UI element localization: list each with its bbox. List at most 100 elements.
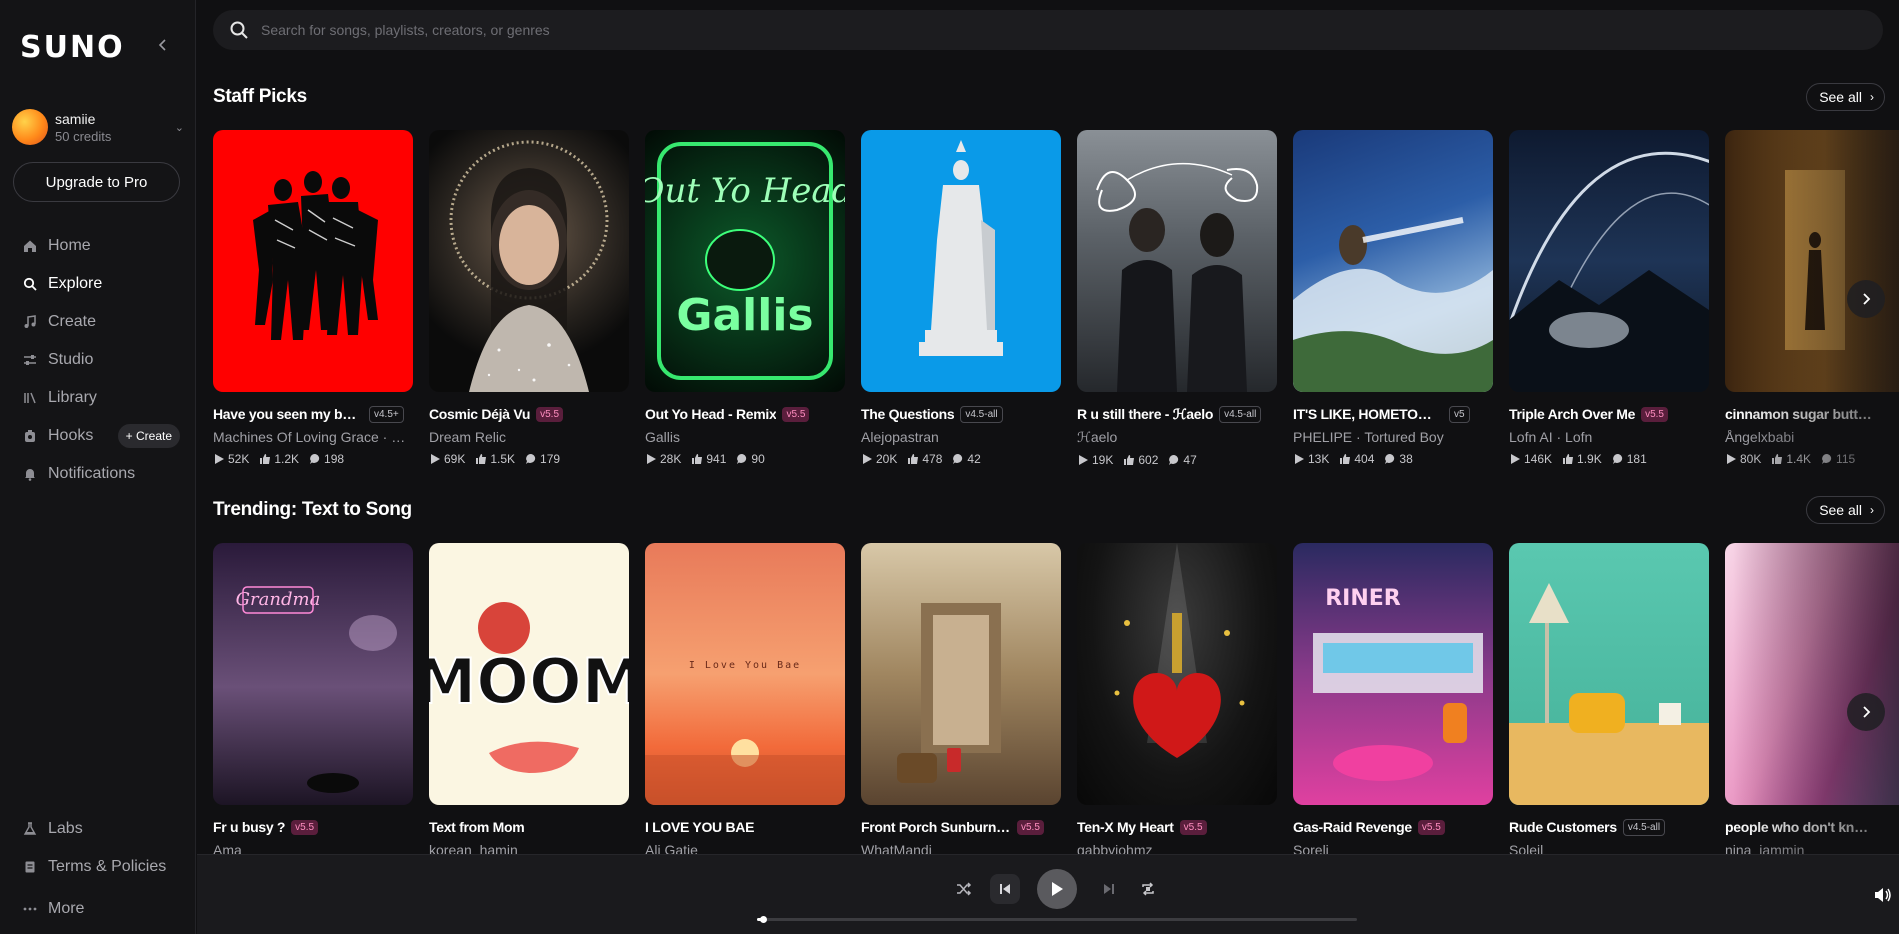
song-title[interactable]: people who don't know ho... xyxy=(1725,819,1875,835)
song-title[interactable]: I LOVE YOU BAE xyxy=(645,819,754,835)
like-count: 1.5K xyxy=(490,452,516,466)
nav-item-home[interactable]: Home xyxy=(0,227,196,265)
search-input[interactable] xyxy=(261,22,1061,38)
play-count-icon xyxy=(861,453,873,465)
upgrade-button[interactable]: Upgrade to Pro xyxy=(13,162,180,202)
song-cover[interactable] xyxy=(861,543,1061,805)
song-title[interactable]: IT'S LIKE, HOMETOWN... xyxy=(1293,406,1443,422)
previous-button[interactable] xyxy=(990,874,1020,904)
cover-art-diner: RINER xyxy=(1313,586,1483,781)
song-cover[interactable] xyxy=(1725,543,1899,805)
song-cover[interactable] xyxy=(1509,130,1709,392)
song-title[interactable]: Fr u busy ? xyxy=(213,819,285,835)
song-cover[interactable] xyxy=(1293,130,1493,392)
collapse-sidebar-button[interactable] xyxy=(152,34,174,56)
song-artist[interactable]: nina_jammin xyxy=(1725,842,1899,854)
nav-item-create[interactable]: Create xyxy=(0,303,196,341)
trending-next-button[interactable] xyxy=(1847,693,1885,731)
song-card[interactable]: Have you seen my baby v4.5+ Machines Of L… xyxy=(213,130,413,466)
song-cover[interactable] xyxy=(1077,130,1277,392)
song-card[interactable]: I Love You Bae I LOVE YOU BAE Ali Gatie xyxy=(645,543,845,854)
song-card[interactable]: RINER Gas-Raid Revenge v5.5 Soreli xyxy=(1293,543,1493,854)
song-card[interactable]: Out Yo Head Gallis Out Yo Head - Remix v5… xyxy=(645,130,845,466)
song-artist[interactable]: gabbyiohmz xyxy=(1077,842,1277,854)
song-artist[interactable]: Machines Of Loving Grace · Ha... xyxy=(213,429,413,445)
nav-item-labs[interactable]: Labs xyxy=(0,810,196,848)
song-cover[interactable]: Grandma xyxy=(213,543,413,805)
song-cover[interactable] xyxy=(429,130,629,392)
see-all-button-trending[interactable]: See all › xyxy=(1806,496,1885,524)
song-card[interactable]: Ten-X My Heart v5.5 gabbyiohmz xyxy=(1077,543,1277,854)
song-artist[interactable]: Ångelxbabi xyxy=(1725,429,1899,445)
nav-item-library[interactable]: Library xyxy=(0,379,196,417)
song-artist[interactable]: PHELIPE · Tortured Boy xyxy=(1293,429,1493,445)
song-title[interactable]: The Questions xyxy=(861,406,954,422)
song-cover[interactable]: Out Yo Head Gallis xyxy=(645,130,845,392)
suno-logo[interactable]: SUNO xyxy=(20,30,125,65)
nav-item-notifications[interactable]: Notifications xyxy=(0,455,196,493)
song-card[interactable]: Grandma Fr u busy ? v5.5 Ama xyxy=(213,543,413,854)
song-card[interactable]: Front Porch Sunburn coo... v5.5 WhatMandi xyxy=(861,543,1061,854)
song-title[interactable]: Ten-X My Heart xyxy=(1077,819,1174,835)
thumbs-up-icon xyxy=(1771,453,1783,465)
song-cover[interactable] xyxy=(1725,130,1899,392)
song-card[interactable]: MOOM Text from Mom korean_hamin xyxy=(429,543,629,854)
song-card[interactable]: Cosmic Déjà Vu v5.5 Dream Relic 69K 1.5K … xyxy=(429,130,629,466)
song-cover[interactable] xyxy=(861,130,1061,392)
song-title[interactable]: Cosmic Déjà Vu xyxy=(429,406,530,422)
play-button[interactable] xyxy=(1037,869,1077,909)
song-title[interactable]: Gas-Raid Revenge xyxy=(1293,819,1412,835)
song-artist[interactable]: Soreli xyxy=(1293,842,1493,854)
progress-bar[interactable] xyxy=(757,916,1357,923)
song-cover[interactable]: I Love You Bae xyxy=(645,543,845,805)
nav-item-studio[interactable]: Studio xyxy=(0,341,196,379)
song-title[interactable]: cinnamon sugar butter ba... xyxy=(1725,406,1875,422)
song-cover[interactable] xyxy=(213,130,413,392)
play-count-icon xyxy=(1725,453,1737,465)
song-artist[interactable]: korean_hamin xyxy=(429,842,629,854)
song-artist[interactable]: Soleil xyxy=(1509,842,1709,854)
song-card[interactable]: IT'S LIKE, HOMETOWN... v5 PHELIPE · Tortu… xyxy=(1293,130,1493,466)
see-all-button-staff-picks[interactable]: See all › xyxy=(1806,83,1885,111)
song-artist[interactable]: ℋaelo xyxy=(1077,429,1277,446)
shuffle-button[interactable] xyxy=(953,878,975,900)
volume-button[interactable] xyxy=(1873,885,1893,905)
song-artist[interactable]: WhatMandi xyxy=(861,842,1061,854)
song-cover[interactable] xyxy=(1509,543,1709,805)
nav-item-more[interactable]: More xyxy=(0,890,196,928)
more-icon xyxy=(22,901,38,917)
search-bar[interactable] xyxy=(213,10,1883,50)
user-menu[interactable]: samiie 50 credits ⌄ xyxy=(12,106,184,148)
song-artist[interactable]: Alejopastran xyxy=(861,429,1061,445)
song-title[interactable]: Front Porch Sunburn coo... xyxy=(861,819,1011,835)
song-title[interactable]: R u still there - ℋaelo xyxy=(1077,406,1213,423)
song-title[interactable]: Triple Arch Over Me xyxy=(1509,406,1635,422)
cover-art-phone xyxy=(1509,583,1709,805)
song-title[interactable]: Text from Mom xyxy=(429,819,524,835)
repeat-button[interactable] xyxy=(1137,878,1159,900)
song-card[interactable]: Rude Customers v4.5-all Soleil xyxy=(1509,543,1709,854)
hooks-create-button[interactable]: + Create xyxy=(117,424,180,448)
nav-item-hooks[interactable]: Hooks + Create xyxy=(0,417,196,455)
song-cover[interactable]: MOOM xyxy=(429,543,629,805)
chevron-right-icon: › xyxy=(1870,90,1874,104)
nav-item-explore[interactable]: Explore xyxy=(0,265,196,303)
progress-handle[interactable] xyxy=(760,916,767,923)
song-stats: 69K 1.5K 179 xyxy=(429,452,629,466)
song-artist[interactable]: Dream Relic xyxy=(429,429,629,445)
song-artist[interactable]: Gallis xyxy=(645,429,845,445)
staff-picks-next-button[interactable] xyxy=(1847,280,1885,318)
nav-item-terms[interactable]: Terms & Policies xyxy=(0,848,196,886)
song-artist[interactable]: Lofn AI · Lofn xyxy=(1509,429,1709,445)
song-card[interactable]: The Questions v4.5-all Alejopastran 20K 4… xyxy=(861,130,1061,466)
song-artist[interactable]: Ali Gatie xyxy=(645,842,845,854)
song-title[interactable]: Out Yo Head - Remix xyxy=(645,406,776,422)
song-title[interactable]: Rude Customers xyxy=(1509,819,1617,835)
song-card[interactable]: Triple Arch Over Me v5.5 Lofn AI · Lofn 1… xyxy=(1509,130,1709,466)
song-card[interactable]: R u still there - ℋaelo v4.5-all ℋaelo 19… xyxy=(1077,130,1277,467)
next-button[interactable] xyxy=(1094,874,1124,904)
song-artist[interactable]: Ama xyxy=(213,842,413,854)
song-cover[interactable] xyxy=(1077,543,1277,805)
song-cover[interactable]: RINER xyxy=(1293,543,1493,805)
song-title[interactable]: Have you seen my baby xyxy=(213,406,363,422)
